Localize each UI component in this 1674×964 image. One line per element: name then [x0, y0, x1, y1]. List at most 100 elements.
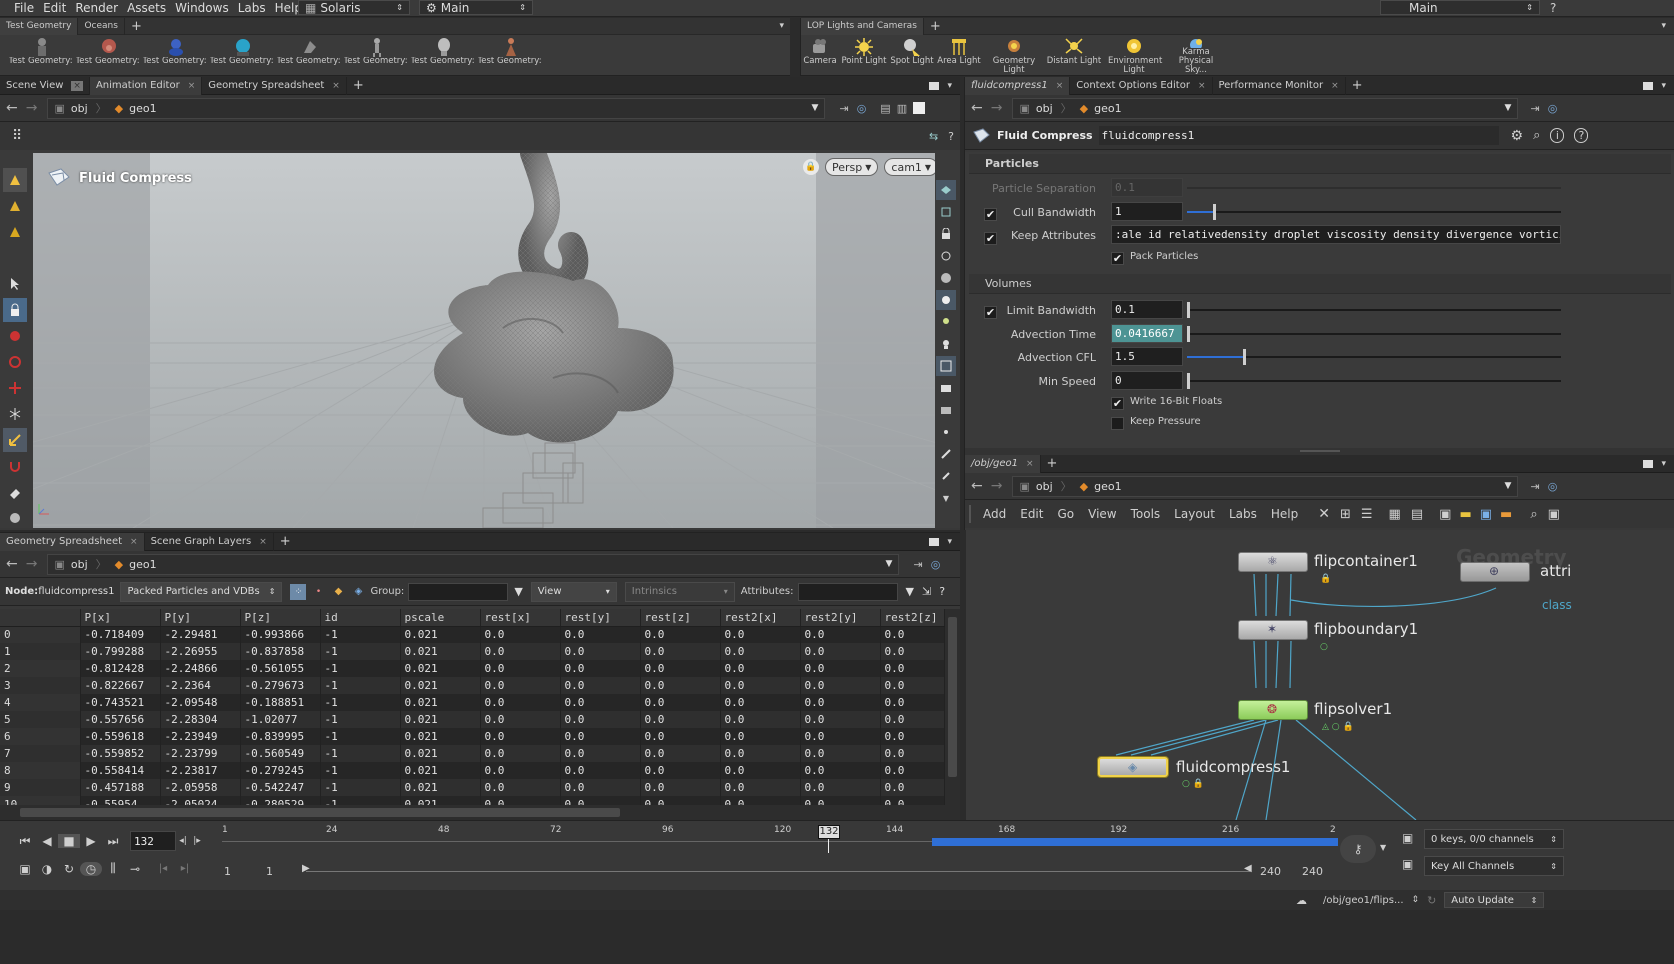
tool-test-geometry-pig[interactable]: Test Geometry: P... [75, 35, 142, 75]
tool-spot-light[interactable]: Spot Light [889, 35, 935, 75]
snapshot-camera-icon[interactable] [936, 378, 956, 398]
context-dropdown[interactable]: ⚙ Main ⇕ [419, 0, 533, 15]
lock-camera-icon[interactable]: 🔒 [803, 159, 819, 175]
camera-light-icon[interactable] [936, 334, 956, 354]
column-header[interactable]: rest2[y] [800, 609, 881, 627]
advection-time-slider[interactable] [1187, 326, 1561, 342]
column-header[interactable]: P[z] [240, 609, 321, 627]
move-tool-icon[interactable] [3, 194, 27, 218]
menu-assets[interactable]: Assets [127, 1, 166, 15]
key-tool-button[interactable]: ⚷ [1340, 835, 1376, 863]
crumb-obj[interactable]: obj [71, 102, 88, 115]
tool-test-geometry-rubber-toy[interactable]: Test Geometry: R... [142, 35, 209, 75]
table-row[interactable]: 2 -0.812428 -2.24866 -0.561055 -1 0.021 0.0 0.0… [0, 660, 945, 677]
column-header[interactable] [0, 609, 81, 627]
add-shelf-button[interactable]: + [125, 18, 148, 35]
column-header[interactable]: rest2[x] [720, 609, 801, 627]
link-icon[interactable]: ◎ [857, 102, 867, 115]
add-tab-button[interactable]: + [347, 77, 370, 95]
updown-icon[interactable]: ⇕ [1412, 895, 1420, 905]
info-icon[interactable]: i [1550, 128, 1565, 143]
frame-ruler[interactable]: 1 24 48 72 96 120 144 168 192 216 2 132 [222, 825, 1338, 853]
close-icon[interactable]: × [332, 81, 340, 91]
view-dropdown[interactable]: View ▾ [530, 581, 617, 602]
menu-tools[interactable]: Tools [1131, 507, 1161, 521]
sticky-note-icon[interactable]: ▬ [1459, 507, 1471, 522]
menu-file[interactable]: File [14, 1, 34, 15]
frame-marker[interactable]: 132 [818, 825, 840, 839]
pane-maximize-icon[interactable] [929, 81, 940, 90]
keep-attributes-field[interactable]: :ale id relativedensity droplet viscosit… [1111, 225, 1561, 244]
refresh-icon[interactable]: ↻ [1427, 894, 1436, 907]
pin-icon[interactable]: ⇥ [839, 102, 848, 115]
forward-arrow-icon[interactable]: → [26, 556, 38, 572]
back-arrow-icon[interactable]: ← [6, 556, 18, 572]
menu-edit[interactable]: Edit [1020, 507, 1043, 521]
particles-folder[interactable]: Particles [969, 154, 1671, 174]
stop-icon[interactable]: ■ [58, 834, 80, 848]
tab-scene-graph-layers[interactable]: Scene Graph Layers × [145, 532, 274, 551]
search-icon[interactable]: ⌕ [1530, 507, 1537, 522]
jump-start-icon[interactable]: ⏮ [14, 834, 36, 849]
node-flipsolver1[interactable]: ❂ [1238, 700, 1308, 720]
column-header[interactable]: id [320, 609, 401, 627]
vertices-icon[interactable]: • [310, 584, 326, 600]
close-icon[interactable]: × [71, 80, 83, 91]
table-row[interactable]: 4 -0.743521 -2.09548 -0.188851 -1 0.021 0.0 0.0… [0, 694, 945, 711]
pack-particles-checkbox[interactable]: ✔ [1111, 252, 1124, 265]
persp-dropdown[interactable]: Persp ▼ [825, 158, 879, 176]
advection-cfl-field[interactable]: 1.5 [1111, 347, 1183, 366]
limit-bandwidth-slider[interactable] [1187, 302, 1561, 318]
image-icon[interactable]: ▣ [1480, 507, 1492, 522]
ghost-icon[interactable] [936, 202, 956, 222]
forward-arrow-icon[interactable]: → [26, 100, 38, 116]
pane-menu-icon[interactable]: ▾ [947, 537, 952, 547]
table-row[interactable]: 1 -0.799288 -2.26955 -0.837858 -1 0.021 0.0 0.0… [0, 643, 945, 660]
spreadsheet-hscrollbar[interactable] [0, 805, 960, 820]
tool-karma-physical-sky[interactable]: Karma Physical Sky... [1165, 35, 1227, 75]
pose-tool-icon[interactable] [3, 298, 27, 322]
channels-icon[interactable]: ▣ [1402, 831, 1413, 845]
tab-geometry-spreadsheet[interactable]: Geometry Spreadsheet × [202, 76, 347, 95]
crumb-obj[interactable]: obj [1036, 480, 1053, 493]
shelf-tab-test-geometry[interactable]: Test Geometry [0, 17, 79, 35]
range-icon[interactable]: ⊸ [124, 862, 146, 876]
min-speed-slider[interactable] [1187, 373, 1561, 389]
node-attri[interactable]: ⊕ [1460, 562, 1530, 582]
close-icon[interactable]: × [130, 537, 138, 547]
chevron-down-icon[interactable]: ▼ [812, 103, 819, 113]
crumb-geo1[interactable]: geo1 [129, 558, 156, 571]
table-row[interactable]: 10 -0.55954 -2.05024 -0.280529 -1 0.021 0.0 0.0… [0, 796, 945, 805]
path-breadcrumb[interactable]: ▣ obj 〉 ◆ geo1 ▼ [1012, 475, 1519, 497]
options-icon[interactable]: ⇲ [922, 585, 931, 598]
filter-icon[interactable]: ▼ [514, 585, 522, 598]
column-header[interactable]: P[x] [80, 609, 161, 627]
close-icon[interactable]: × [1198, 81, 1206, 91]
close-icon[interactable]: × [259, 537, 267, 547]
wrench-icon[interactable]: ✕ [1318, 506, 1330, 522]
close-icon[interactable]: × [1056, 81, 1064, 91]
close-icon[interactable]: × [188, 81, 196, 91]
hscroll-thumb[interactable] [20, 808, 620, 817]
chevron-down-icon[interactable]: ▼ [886, 559, 893, 569]
add-shelf-button[interactable]: + [924, 18, 947, 35]
close-icon[interactable]: × [1331, 81, 1339, 91]
slider-handle[interactable] [1187, 302, 1190, 318]
bypass-indicator-icon[interactable]: ○ [1320, 642, 1328, 652]
table-row[interactable]: 6 -0.559618 -2.23949 -0.839995 -1 0.021 0.0 0.0… [0, 728, 945, 745]
menu-render[interactable]: Render [75, 1, 118, 15]
slider-handle[interactable] [1243, 349, 1247, 365]
tool-environment-light[interactable]: Environment Light [1103, 35, 1165, 75]
advection-time-field[interactable]: 0.0416667 [1111, 324, 1183, 343]
table-row[interactable]: 5 -0.557656 -2.28304 -1.02077 -1 0.021 0.0 0.0 0… [0, 711, 945, 728]
sphere-tool-icon[interactable] [3, 506, 27, 530]
pen-icon[interactable] [936, 444, 956, 464]
play-icon[interactable]: ▶ [80, 834, 102, 848]
pane-menu-icon[interactable]: ▾ [1661, 459, 1666, 469]
vscroll-thumb[interactable] [948, 617, 957, 777]
column-header[interactable]: P[y] [160, 609, 241, 627]
shelf-tab-lop-lights[interactable]: LOP Lights and Cameras [801, 17, 924, 35]
menu-edit[interactable]: Edit [43, 1, 66, 15]
tool-geometry-light[interactable]: Geometry Light [983, 35, 1045, 75]
tool-point-light[interactable]: Point Light [839, 35, 889, 75]
